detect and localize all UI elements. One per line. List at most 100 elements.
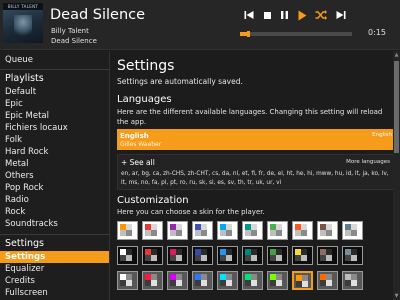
- skin-swatch: [176, 230, 182, 236]
- skin-swatch: [301, 230, 307, 236]
- skin-option[interactable]: [217, 221, 238, 240]
- skin-option[interactable]: [167, 246, 188, 265]
- language-tag: English: [372, 132, 392, 138]
- skin-swatch: [176, 280, 182, 286]
- more-languages-link[interactable]: More languages: [346, 159, 390, 166]
- skin-swatch: [126, 230, 132, 236]
- shuffle-icon: [315, 10, 327, 20]
- skin-option[interactable]: [142, 221, 163, 240]
- skin-option[interactable]: [142, 271, 163, 290]
- skin-swatch: [301, 255, 307, 261]
- language-translator: Gilles Waeber: [120, 141, 162, 148]
- skin-option[interactable]: [117, 221, 138, 240]
- skin-swatch: [251, 255, 257, 261]
- sidebar-item-rock[interactable]: Rock: [0, 206, 109, 218]
- skin-option[interactable]: [267, 246, 288, 265]
- sidebar-item-radio[interactable]: Radio: [0, 194, 109, 206]
- skin-option[interactable]: [192, 271, 213, 290]
- next-icon: [336, 11, 346, 19]
- sidebar-item-soundtracks[interactable]: Soundtracks: [0, 218, 109, 230]
- elapsed-time: 0:15: [368, 28, 386, 37]
- skin-option[interactable]: [292, 221, 313, 240]
- skin-swatch: [302, 281, 308, 287]
- skin-option[interactable]: [342, 221, 363, 240]
- skin-option[interactable]: [242, 246, 263, 265]
- sidebar-item-pop-rock[interactable]: Pop Rock: [0, 182, 109, 194]
- progress-bar[interactable]: [240, 31, 352, 37]
- skin-option[interactable]: [242, 221, 263, 240]
- previous-icon: [244, 11, 254, 19]
- skin-option[interactable]: [217, 246, 238, 265]
- sidebar-item-folk[interactable]: Folk: [0, 134, 109, 146]
- skin-swatch: [251, 230, 257, 236]
- skin-option[interactable]: [167, 271, 188, 290]
- scrollbar-thumb[interactable]: [394, 61, 399, 153]
- pause-button[interactable]: [277, 8, 291, 22]
- sidebar-item-settings[interactable]: Settings: [0, 251, 109, 263]
- skin-swatch: [201, 255, 207, 261]
- sidebar-item-credits[interactable]: Credits: [0, 275, 109, 287]
- skin-option[interactable]: [267, 271, 288, 290]
- sidebar-item-fichiers-locaux[interactable]: Fichiers locaux: [0, 122, 109, 134]
- page-title: Settings: [117, 58, 175, 74]
- skin-swatch: [151, 230, 157, 236]
- skin-option[interactable]: [317, 271, 338, 290]
- sidebar: Queue Playlists Default Epic Epic Metal …: [0, 51, 110, 300]
- play-icon: [298, 10, 307, 20]
- previous-button[interactable]: [242, 8, 256, 22]
- progress-knob[interactable]: [246, 31, 250, 37]
- scroll-down-arrow-icon[interactable]: ▼: [393, 292, 400, 300]
- see-all-button[interactable]: + See all: [121, 158, 155, 168]
- skin-swatch: [351, 230, 357, 236]
- skin-swatch: [276, 255, 282, 261]
- album-art[interactable]: BILLY TALENT: [3, 3, 43, 43]
- sidebar-item-fullscreen[interactable]: Fullscreen: [0, 287, 109, 299]
- sidebar-item-queue[interactable]: Queue: [0, 54, 109, 66]
- skin-option[interactable]: [117, 271, 138, 290]
- skin-option[interactable]: [242, 271, 263, 290]
- skin-swatch: [276, 280, 282, 286]
- scroll-up-arrow-icon[interactable]: ▲: [393, 51, 400, 59]
- sidebar-item-hard-rock[interactable]: Hard Rock: [0, 146, 109, 158]
- play-button[interactable]: [295, 8, 309, 22]
- skin-swatch: [176, 255, 182, 261]
- skin-option[interactable]: [142, 246, 163, 265]
- skin-option[interactable]: [192, 221, 213, 240]
- languages-description: Here are the different available languag…: [117, 108, 383, 126]
- skin-swatch: [326, 255, 332, 261]
- skin-option[interactable]: [167, 221, 188, 240]
- customization-header: Customization: [117, 195, 189, 206]
- skin-option[interactable]: [317, 221, 338, 240]
- sidebar-item-epic[interactable]: Epic: [0, 98, 109, 110]
- skin-option[interactable]: [217, 271, 238, 290]
- stop-icon: [263, 11, 271, 19]
- pause-icon: [280, 11, 288, 19]
- sidebar-item-others[interactable]: Others: [0, 170, 109, 182]
- skin-option[interactable]: [292, 271, 313, 290]
- sidebar-divider: [0, 69, 109, 70]
- skin-option[interactable]: [342, 271, 363, 290]
- shuffle-button[interactable]: [314, 8, 328, 22]
- playlists-header: Playlists: [5, 73, 44, 84]
- next-button[interactable]: [334, 8, 348, 22]
- sidebar-divider: [0, 234, 109, 235]
- language-option-selected[interactable]: English Gilles Waeber English: [117, 129, 395, 150]
- sidebar-item-metal[interactable]: Metal: [0, 158, 109, 170]
- skin-option[interactable]: [342, 246, 363, 265]
- languages-header: Languages: [117, 94, 172, 105]
- stop-button[interactable]: [260, 8, 274, 22]
- skin-swatch: [326, 230, 332, 236]
- skin-option[interactable]: [267, 221, 288, 240]
- skin-option[interactable]: [317, 246, 338, 265]
- skin-option[interactable]: [117, 246, 138, 265]
- skin-option[interactable]: [192, 246, 213, 265]
- sidebar-item-default[interactable]: Default: [0, 86, 109, 98]
- sidebar-item-equalizer[interactable]: Equalizer: [0, 263, 109, 275]
- sidebar-item-epic-metal[interactable]: Epic Metal: [0, 110, 109, 122]
- skin-swatch: [351, 280, 357, 286]
- language-name: English: [120, 132, 149, 140]
- skin-swatch: [151, 280, 157, 286]
- scrollbar[interactable]: ▲ ▼: [393, 51, 400, 300]
- skin-option[interactable]: [292, 246, 313, 265]
- skin-swatch: [326, 280, 332, 286]
